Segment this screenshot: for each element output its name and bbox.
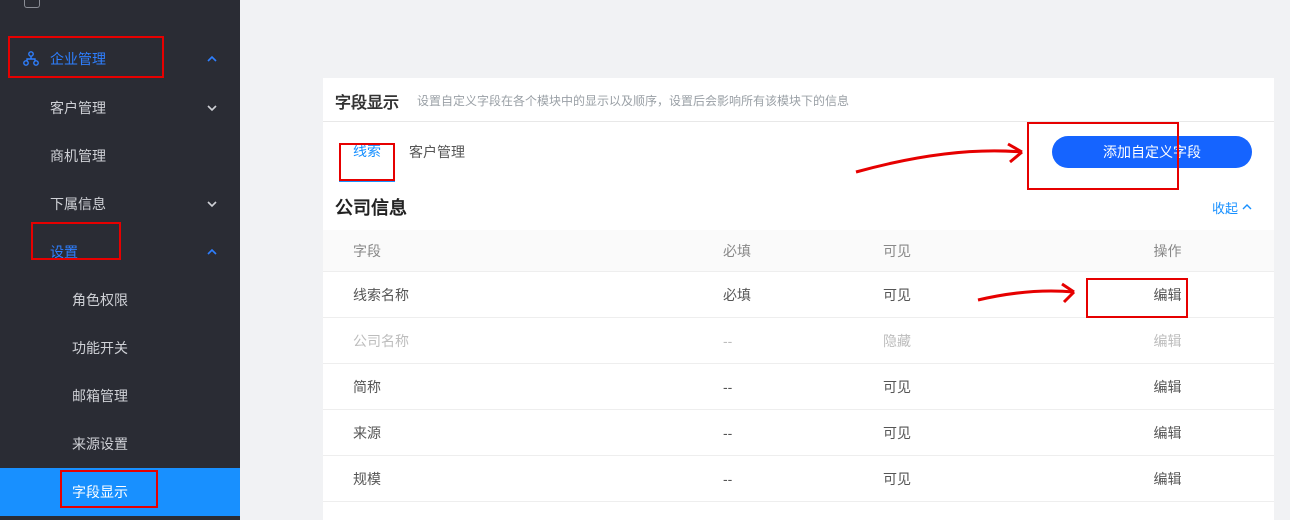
edit-link[interactable]: 编辑 — [1083, 285, 1252, 305]
chevron-up-icon — [1242, 202, 1252, 212]
collapse-toggle[interactable]: 收起 — [1212, 198, 1252, 217]
page-title: 字段显示 — [335, 89, 399, 113]
tabs: 线索 客户管理 — [339, 122, 1052, 182]
sidebar-label-subordinate: 下属信息 — [50, 194, 106, 214]
sidebar-item-fielddisplay[interactable]: 字段显示 — [0, 468, 240, 516]
section-header: 公司信息 收起 — [323, 182, 1274, 230]
chevron-up-icon — [206, 246, 218, 258]
table-row: 线索名称 必填 可见 编辑 — [323, 272, 1274, 318]
add-button-label: 添加自定义字段 — [1103, 144, 1201, 160]
col-required: 必填 — [723, 241, 883, 261]
sidebar: 企业管理 客户管理 商机管理 下属信息 设置 角色权限 功能开关 邮箱管理 来源… — [0, 0, 240, 520]
cell-required: -- — [723, 425, 883, 441]
tab-leads[interactable]: 线索 — [339, 122, 395, 182]
cell-visible: 可见 — [883, 377, 1083, 397]
truncated-top-icon — [24, 0, 40, 8]
tab-label-leads: 线索 — [353, 141, 381, 161]
cell-field: 线索名称 — [353, 285, 723, 305]
collapse-label: 收起 — [1212, 198, 1238, 217]
sidebar-label-fielddisplay: 字段显示 — [72, 482, 128, 502]
sidebar-label-feature: 功能开关 — [72, 338, 128, 358]
section-title: 公司信息 — [335, 194, 407, 220]
sidebar-label-opportunity: 商机管理 — [50, 146, 106, 166]
sidebar-item-enterprise[interactable]: 企业管理 — [0, 34, 240, 84]
cell-field: 规模 — [353, 469, 723, 489]
sidebar-item-subordinate[interactable]: 下属信息 — [0, 180, 240, 228]
cell-field: 简称 — [353, 377, 723, 397]
tab-customer[interactable]: 客户管理 — [395, 122, 479, 182]
cell-field: 公司名称 — [353, 331, 723, 351]
sidebar-label-source: 来源设置 — [72, 434, 128, 454]
main-panel: 字段显示 设置自定义字段在各个模块中的显示以及顺序，设置后会影响所有该模块下的信… — [323, 78, 1274, 520]
cell-required: -- — [723, 471, 883, 487]
edit-link[interactable]: 编辑 — [1083, 331, 1252, 351]
panel-header: 字段显示 设置自定义字段在各个模块中的显示以及顺序，设置后会影响所有该模块下的信… — [323, 78, 1274, 122]
table-row: 规模 -- 可见 编辑 — [323, 456, 1274, 502]
table-header-row: 字段 必填 可见 操作 — [323, 230, 1274, 272]
chevron-down-icon — [206, 198, 218, 210]
cell-visible: 可见 — [883, 285, 1083, 305]
edit-link[interactable]: 编辑 — [1083, 377, 1252, 397]
cell-visible: 可见 — [883, 469, 1083, 489]
edit-link[interactable]: 编辑 — [1083, 423, 1252, 443]
table-row: 来源 -- 可见 编辑 — [323, 410, 1274, 456]
edit-link[interactable]: 编辑 — [1083, 469, 1252, 489]
sidebar-label-settings: 设置 — [50, 242, 78, 262]
sidebar-item-opportunity[interactable]: 商机管理 — [0, 132, 240, 180]
cell-required: -- — [723, 333, 883, 349]
sidebar-item-role[interactable]: 角色权限 — [0, 276, 240, 324]
table-row: 公司名称 -- 隐藏 编辑 — [323, 318, 1274, 364]
sidebar-item-source[interactable]: 来源设置 — [0, 420, 240, 468]
page-description: 设置自定义字段在各个模块中的显示以及顺序，设置后会影响所有该模块下的信息 — [417, 92, 849, 109]
org-icon — [22, 50, 40, 68]
table-row: 简称 -- 可见 编辑 — [323, 364, 1274, 410]
cell-visible: 隐藏 — [883, 331, 1083, 351]
tab-label-customer: 客户管理 — [409, 142, 465, 162]
cell-visible: 可见 — [883, 423, 1083, 443]
sidebar-item-customer[interactable]: 客户管理 — [0, 84, 240, 132]
sidebar-item-feature[interactable]: 功能开关 — [0, 324, 240, 372]
cell-required: 必填 — [723, 285, 883, 305]
chevron-down-icon — [206, 102, 218, 114]
sidebar-item-mail[interactable]: 邮箱管理 — [0, 372, 240, 420]
tabs-row: 线索 客户管理 添加自定义字段 — [323, 122, 1274, 182]
cell-field: 来源 — [353, 423, 723, 443]
sidebar-label-enterprise: 企业管理 — [50, 49, 106, 69]
sidebar-label-role: 角色权限 — [72, 290, 128, 310]
fields-table: 字段 必填 可见 操作 线索名称 必填 可见 编辑 公司名称 -- 隐藏 编辑 … — [323, 230, 1274, 502]
add-custom-field-button[interactable]: 添加自定义字段 — [1052, 136, 1252, 168]
sidebar-label-customer: 客户管理 — [50, 98, 106, 118]
col-visible: 可见 — [883, 241, 1083, 261]
sidebar-item-settings[interactable]: 设置 — [0, 228, 240, 276]
col-field: 字段 — [353, 241, 723, 261]
sidebar-label-mail: 邮箱管理 — [72, 386, 128, 406]
cell-required: -- — [723, 379, 883, 395]
col-op: 操作 — [1083, 241, 1252, 261]
chevron-up-icon — [206, 53, 218, 65]
